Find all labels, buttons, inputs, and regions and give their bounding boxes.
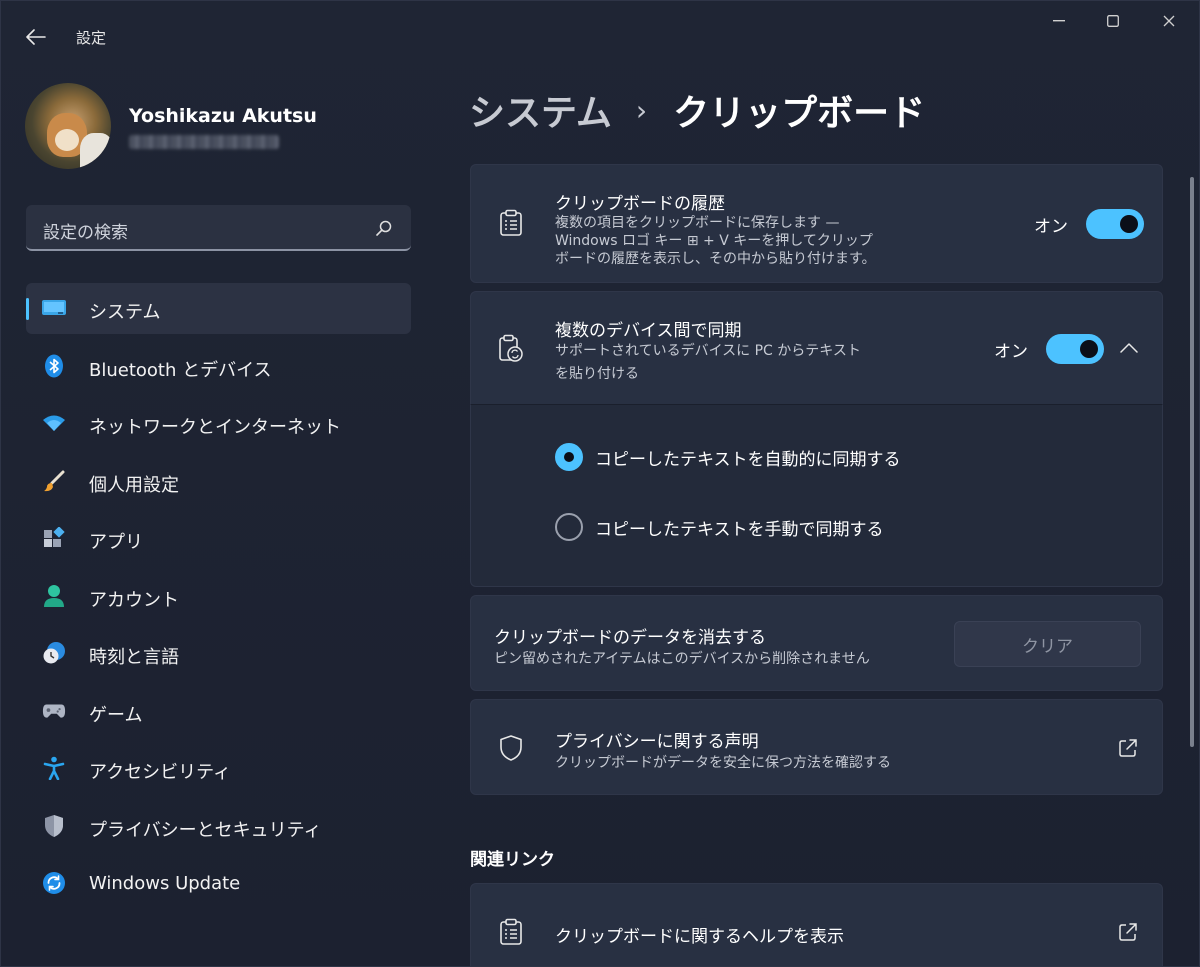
clear-clipboard-card: クリップボードのデータを消去する ピン留めされたアイテムはこのデバイスから削除さ… — [470, 595, 1163, 691]
gamepad-icon — [42, 699, 66, 723]
scrollbar[interactable] — [1190, 177, 1194, 747]
chevron-up-icon[interactable] — [1115, 334, 1143, 362]
sync-toggle-label: オン — [994, 341, 1028, 362]
clipboard-sync-icon — [497, 334, 525, 362]
close-button[interactable] — [1141, 5, 1197, 37]
sidebar-item-label: システム — [89, 302, 161, 323]
user-profile[interactable]: Yoshikazu Akutsu — [25, 83, 425, 173]
time-language-icon — [42, 641, 66, 665]
breadcrumb-parent[interactable]: システム — [469, 84, 612, 136]
sidebar-item-label: アプリ — [89, 532, 143, 553]
sync-toggle[interactable]: オン — [994, 334, 1104, 364]
accessibility-icon — [42, 756, 66, 780]
breadcrumb: システム › クリップボード — [469, 85, 925, 135]
sidebar-item-label: ゲーム — [89, 704, 143, 726]
sidebar-item-label: アカウント — [89, 589, 179, 611]
sidebar-item-label: 時刻と言語 — [89, 647, 179, 668]
privacy-title: プライバシーに関する声明 — [555, 732, 759, 752]
avatar — [25, 83, 111, 169]
sidebar-item-label: ネットワークとインターネット — [89, 417, 341, 438]
external-link-icon[interactable] — [1117, 737, 1139, 759]
history-toggle-label: オン — [1034, 216, 1068, 237]
history-desc-line3: ボードの履歴を表示し、その中から貼り付けます。 — [555, 251, 876, 267]
maximize-icon — [1107, 15, 1119, 27]
sidebar-item-time-language[interactable]: 時刻と言語 — [26, 628, 411, 679]
help-link-title: クリップボードに関するヘルプを表示 — [555, 927, 844, 947]
bluetooth-icon — [42, 354, 66, 378]
apps-icon — [42, 526, 66, 550]
history-toggle[interactable]: オン — [1034, 209, 1144, 239]
sidebar-item-bluetooth[interactable]: Bluetooth とデバイス — [26, 341, 411, 392]
sidebar-item-label: Bluetooth とデバイス — [89, 359, 272, 381]
sidebar-nav: システム Bluetooth とデバイス ネットワークとインターネット 個人用設… — [26, 283, 411, 916]
sync-desc-line1: サポートされているデバイスに PC からテキスト — [555, 343, 861, 359]
sidebar-item-label: Windows Update — [89, 873, 241, 894]
sidebar-item-label: アクセシビリティ — [89, 762, 232, 783]
breadcrumb-separator: › — [635, 93, 648, 127]
back-arrow-icon — [26, 29, 46, 45]
external-link-icon[interactable] — [1117, 921, 1139, 943]
account-icon — [42, 584, 66, 608]
sidebar-item-label: 個人用設定 — [89, 474, 179, 496]
sidebar-item-label: プライバシーとセキュリティ — [89, 819, 322, 841]
radio-auto-sync[interactable]: コピーしたテキストを自動的に同期する — [555, 443, 901, 471]
sidebar-item-windows-update[interactable]: Windows Update — [26, 858, 411, 909]
wifi-icon — [42, 411, 66, 435]
sidebar-item-accounts[interactable]: アカウント — [26, 571, 411, 622]
sidebar-item-accessibility[interactable]: アクセシビリティ — [26, 743, 411, 794]
page-title: クリップボード — [673, 93, 926, 134]
history-desc-line1: 複数の項目をクリップボードに保存します — — [555, 215, 840, 231]
user-name: Yoshikazu Akutsu — [129, 105, 317, 127]
radio-auto-sync-label: コピーしたテキストを自動的に同期する — [595, 449, 901, 470]
sidebar-item-personalization[interactable]: 個人用設定 — [26, 456, 411, 507]
history-desc-line2: Windows ロゴ キー ⊞ + V キーを押してクリップ — [555, 233, 873, 249]
sync-toggle-switch[interactable] — [1046, 334, 1104, 364]
maximize-button[interactable] — [1085, 5, 1141, 37]
sidebar-item-privacy-security[interactable]: プライバシーとセキュリティ — [26, 801, 411, 852]
related-links-heading: 関連リンク — [470, 850, 555, 870]
title-bar: 設定 — [1, 1, 1199, 61]
sidebar-item-system[interactable]: システム — [26, 283, 411, 334]
clipboard-icon — [497, 918, 525, 946]
settings-window: 設定 Yoshikazu Akutsu 設定の検索 システム Bluetooth… — [0, 0, 1200, 967]
update-icon — [42, 871, 66, 895]
clear-desc: ピン留めされたアイテムはこのデバイスから削除されません — [494, 651, 870, 667]
radio-manual-sync-label: コピーしたテキストを手動で同期する — [595, 519, 884, 540]
sidebar-item-network[interactable]: ネットワークとインターネット — [26, 398, 411, 449]
clear-title: クリップボードのデータを消去する — [494, 628, 766, 648]
app-title: 設定 — [76, 29, 107, 47]
history-toggle-switch[interactable] — [1086, 209, 1144, 239]
privacy-statement-card[interactable]: プライバシーに関する声明 クリップボードがデータを安全に保つ方法を確認する — [470, 699, 1163, 795]
help-link-card[interactable]: クリップボードに関するヘルプを表示 — [470, 883, 1163, 966]
sync-desc-line2: を貼り付ける — [555, 366, 639, 382]
sync-devices-card[interactable]: 複数のデバイス間で同期 サポートされているデバイスに PC からテキスト を貼り… — [470, 291, 1163, 405]
sidebar-item-apps[interactable]: アプリ — [26, 513, 411, 564]
shield-icon — [42, 814, 66, 838]
sync-title: 複数のデバイス間で同期 — [555, 321, 742, 341]
radio-button[interactable] — [555, 513, 583, 541]
minimize-button[interactable] — [1031, 5, 1087, 37]
back-button[interactable] — [21, 23, 51, 51]
sync-options-panel: コピーしたテキストを自動的に同期する コピーしたテキストを手動で同期する — [470, 404, 1163, 587]
brush-icon — [42, 469, 66, 493]
history-title: クリップボードの履歴 — [555, 194, 725, 214]
close-icon — [1163, 15, 1175, 27]
search-input[interactable]: 設定の検索 — [26, 205, 411, 251]
privacy-desc: クリップボードがデータを安全に保つ方法を確認する — [555, 755, 891, 771]
minimize-icon — [1053, 20, 1065, 22]
search-placeholder: 設定の検索 — [43, 223, 128, 243]
radio-button-selected[interactable] — [555, 443, 583, 471]
user-email-blurred — [129, 135, 279, 149]
clipboard-history-card: クリップボードの履歴 複数の項目をクリップボードに保存します — Windows… — [470, 164, 1163, 283]
sidebar-item-gaming[interactable]: ゲーム — [26, 686, 411, 737]
search-icon — [376, 220, 392, 236]
clear-button[interactable]: クリア — [954, 621, 1141, 667]
radio-manual-sync[interactable]: コピーしたテキストを手動で同期する — [555, 513, 884, 541]
shield-outline-icon — [497, 734, 525, 762]
clipboard-icon — [497, 209, 525, 237]
system-icon — [42, 296, 66, 320]
